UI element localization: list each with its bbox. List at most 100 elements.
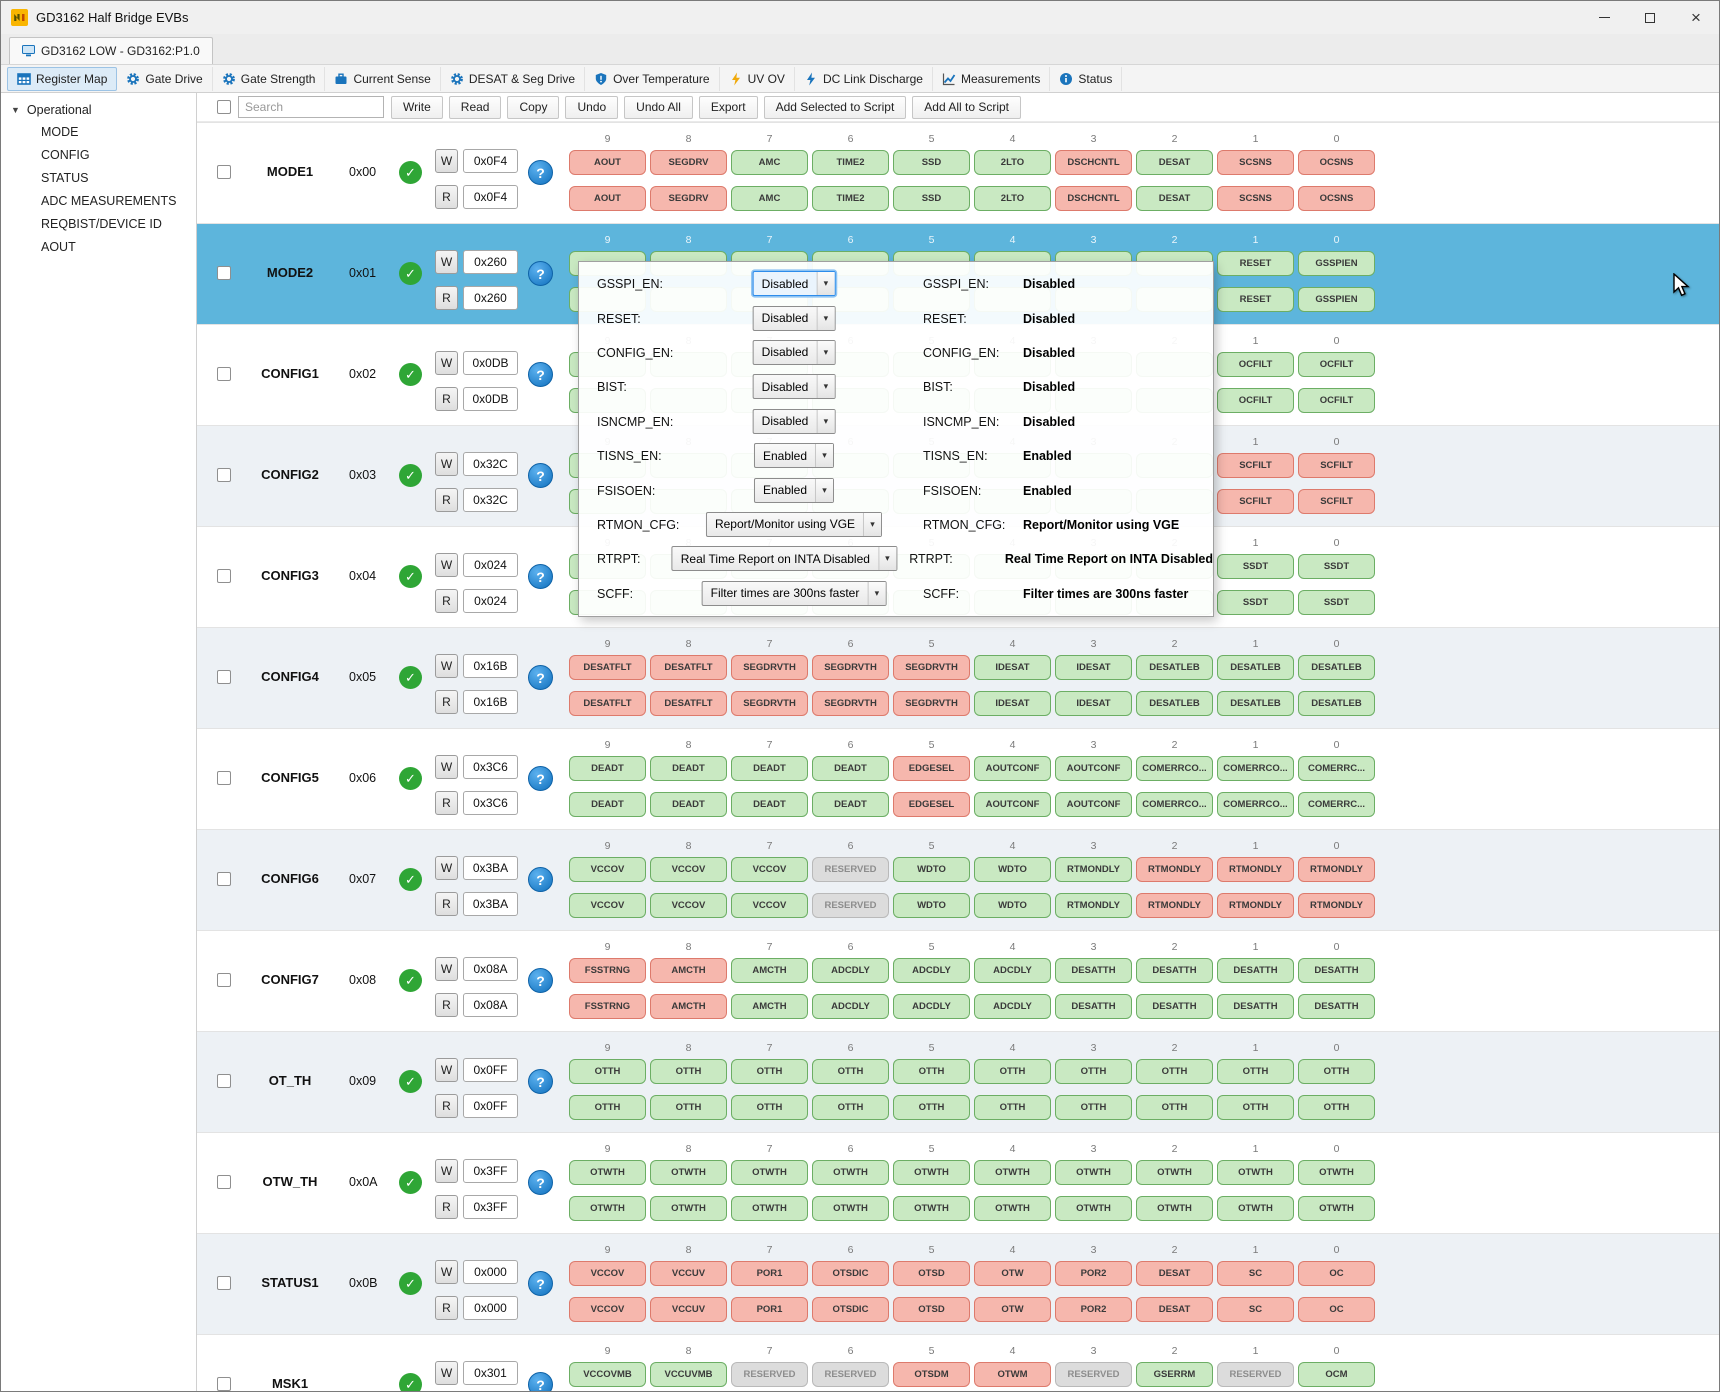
bitfield-chip[interactable]: VCCUVMB	[650, 1362, 727, 1387]
write-button[interactable]: W	[435, 856, 458, 880]
bitfield-chip[interactable]: SCSNS	[1217, 186, 1294, 211]
search-input[interactable]	[238, 96, 384, 118]
bitfield-chip[interactable]: 2LTO	[974, 150, 1051, 175]
popup-dropdown-reset[interactable]: Disabled▾	[753, 306, 836, 331]
bitfield-chip[interactable]: OCFILT	[1217, 352, 1294, 377]
register-row-ot-th[interactable]: OT_TH0x09✓W0x0FFR0x0FF?9876543210OTTHOTT…	[197, 1031, 1719, 1132]
register-checkbox[interactable]	[217, 872, 231, 886]
bitfield-chip[interactable]: RESERVED	[1055, 1362, 1132, 1387]
bitfield-chip[interactable]: RTMONDLY	[1136, 893, 1213, 918]
register-checkbox[interactable]	[217, 670, 231, 684]
bitfield-chip[interactable]: AMC	[731, 150, 808, 175]
popup-dropdown-fsisoen[interactable]: Enabled▾	[754, 478, 834, 503]
bitfield-chip[interactable]: OTTH	[1055, 1095, 1132, 1120]
bitfield-chip[interactable]: RTMONDLY	[1055, 893, 1132, 918]
bitfield-chip[interactable]: OC	[1298, 1297, 1375, 1322]
bitfield-chip[interactable]: OTSD	[893, 1297, 970, 1322]
bitfield-chip[interactable]: SC	[1217, 1261, 1294, 1286]
bitfield-chip[interactable]: OCSNS	[1298, 186, 1375, 211]
bitfield-chip[interactable]: DESATFLT	[569, 655, 646, 680]
bitfield-chip[interactable]: AOUT	[569, 186, 646, 211]
bitfield-chip[interactable]: DEADT	[569, 792, 646, 817]
help-button[interactable]: ?	[528, 665, 553, 690]
read-button[interactable]: R	[435, 589, 458, 613]
bitfield-chip[interactable]: ADCDLY	[974, 958, 1051, 983]
bitfield-chip[interactable]: AMCTH	[731, 958, 808, 983]
bitfield-chip[interactable]: VCCOVMB	[569, 1362, 646, 1387]
bitfield-chip[interactable]: DSCHCNTL	[1055, 150, 1132, 175]
bitfield-chip[interactable]: DEADT	[650, 756, 727, 781]
register-checkbox[interactable]	[217, 165, 231, 179]
sidebar-item-mode[interactable]: MODE	[1, 121, 196, 144]
bitfield-chip[interactable]: IDESAT	[974, 655, 1051, 680]
bitfield-chip[interactable]: WDTO	[974, 857, 1051, 882]
bitfield-chip[interactable]: DSCHCNTL	[1055, 186, 1132, 211]
bitfield-chip[interactable]: OTTH	[569, 1095, 646, 1120]
bitfield-chip[interactable]: SC	[1217, 1297, 1294, 1322]
read-value-box[interactable]: 0x0DB	[463, 387, 518, 411]
read-value-box[interactable]: 0x3BA	[463, 892, 518, 916]
bitfield-chip[interactable]: IDESAT	[1055, 691, 1132, 716]
bitfield-chip[interactable]: VCCOV	[569, 893, 646, 918]
popup-dropdown-rtrpt[interactable]: Real Time Report on INTA Disabled▾	[672, 546, 897, 571]
write-value-box[interactable]: 0x3BA	[463, 856, 518, 880]
bitfield-chip[interactable]: VCCUV	[650, 1297, 727, 1322]
bitfield-chip[interactable]: IDESAT	[1055, 655, 1132, 680]
bitfield-chip[interactable]: DESAT	[1136, 150, 1213, 175]
sidebar-item-status[interactable]: STATUS	[1, 167, 196, 190]
register-row-mode1[interactable]: MODE10x00✓W0x0F4R0x0F4?9876543210AOUTSEG…	[197, 122, 1719, 223]
bitfield-chip[interactable]: OTTH	[974, 1095, 1051, 1120]
bitfield-chip[interactable]: VCCOV	[569, 857, 646, 882]
bitfield-chip[interactable]: OTTH	[812, 1059, 889, 1084]
help-button[interactable]: ?	[528, 1170, 553, 1195]
write-button[interactable]: W	[435, 957, 458, 981]
bitfield-chip[interactable]: DESATLEB	[1136, 691, 1213, 716]
read-value-box[interactable]: 0x08A	[463, 993, 518, 1017]
bitfield-chip[interactable]: POR2	[1055, 1261, 1132, 1286]
help-button[interactable]: ?	[528, 1069, 553, 1094]
device-tab[interactable]: GD3162 LOW - GD3162:P1.0	[9, 37, 213, 64]
bitfield-chip[interactable]: SCFILT	[1298, 489, 1375, 514]
bitfield-chip[interactable]: OTWTH	[650, 1160, 727, 1185]
bitfield-chip[interactable]: OTTH	[1217, 1095, 1294, 1120]
bitfield-chip[interactable]: VCCOV	[731, 893, 808, 918]
bitfield-chip[interactable]: DESATLEB	[1217, 691, 1294, 716]
bitfield-chip[interactable]: GSERRM	[1136, 1362, 1213, 1387]
bitfield-chip[interactable]: OTTH	[893, 1059, 970, 1084]
bitfield-chip[interactable]: OTWTH	[731, 1160, 808, 1185]
bitfield-chip[interactable]: OTW	[974, 1297, 1051, 1322]
bitfield-chip[interactable]: SSDT	[1217, 590, 1294, 615]
ribbon-tab-measurements[interactable]: Measurements	[933, 67, 1050, 91]
bitfield-chip[interactable]: RESET	[1217, 287, 1294, 312]
bitfield-chip[interactable]: DESATTH	[1298, 994, 1375, 1019]
bitfield-chip[interactable]: VCCOV	[650, 857, 727, 882]
write-value-box[interactable]: 0x024	[463, 553, 518, 577]
read-button[interactable]: R	[435, 1195, 458, 1219]
popup-dropdown-config-en[interactable]: Disabled▾	[753, 340, 836, 365]
bitfield-chip[interactable]: DESATTH	[1136, 958, 1213, 983]
bitfield-chip[interactable]: OTWTH	[1055, 1160, 1132, 1185]
bitfield-chip[interactable]: SCFILT	[1217, 489, 1294, 514]
read-value-box[interactable]: 0x32C	[463, 488, 518, 512]
bitfield-chip[interactable]: OTWTH	[974, 1196, 1051, 1221]
bitfield-chip[interactable]: EDGESEL	[893, 792, 970, 817]
ribbon-tab-gate-strength[interactable]: Gate Strength	[213, 67, 326, 91]
bitfield-chip[interactable]: AOUTCONF	[974, 756, 1051, 781]
bitfield-chip[interactable]: DESATTH	[1055, 994, 1132, 1019]
sidebar-item-reqbist-device-id[interactable]: REQBIST/DEVICE ID	[1, 213, 196, 236]
popup-dropdown-tisns-en[interactable]: Enabled▾	[754, 443, 834, 468]
bitfield-chip[interactable]: COMERRC...	[1298, 756, 1375, 781]
read-value-box[interactable]: 0x000	[463, 1296, 518, 1320]
ribbon-tab-dc-link-discharge[interactable]: DC Link Discharge	[795, 67, 933, 91]
help-button[interactable]: ?	[528, 564, 553, 589]
bitfield-chip[interactable]: OCFILT	[1298, 388, 1375, 413]
register-checkbox[interactable]	[217, 771, 231, 785]
bitfield-chip[interactable]: DESATLEB	[1136, 655, 1213, 680]
read-button[interactable]: R	[435, 488, 458, 512]
export-button[interactable]: Export	[699, 96, 758, 119]
read-value-box[interactable]: 0x260	[463, 286, 518, 310]
undo-all-button[interactable]: Undo All	[624, 96, 693, 119]
register-row-config6[interactable]: CONFIG60x07✓W0x3BAR0x3BA?9876543210VCCOV…	[197, 829, 1719, 930]
bitfield-chip[interactable]: OTWTH	[1298, 1160, 1375, 1185]
bitfield-chip[interactable]: COMERRCO...	[1217, 792, 1294, 817]
